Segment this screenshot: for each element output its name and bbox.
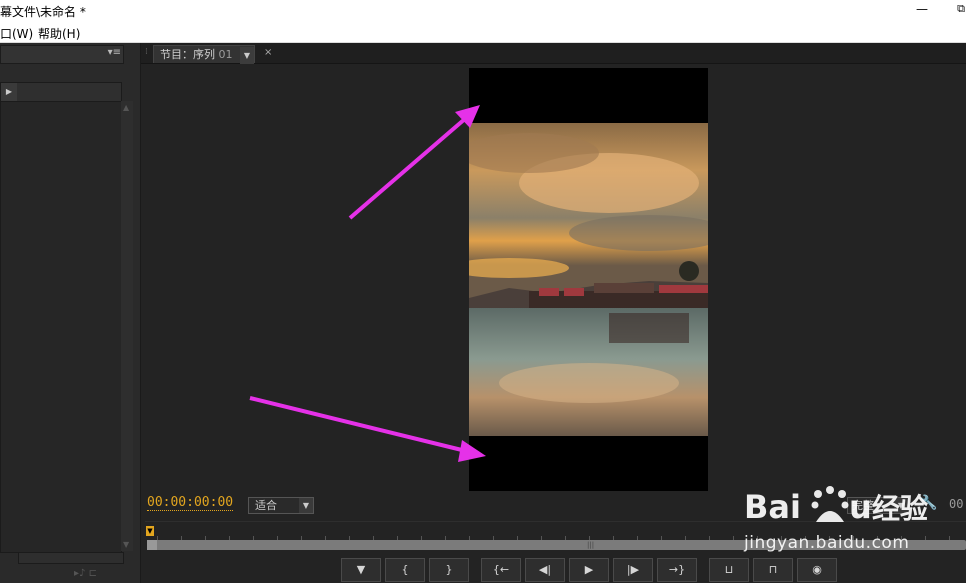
window-titlebar: 幕文件\未命名 * — ⧉ [0, 0, 966, 22]
step-forward-button[interactable]: |▶ [613, 558, 653, 582]
svg-text:Bai: Bai [744, 488, 801, 526]
mark-out-button[interactable]: } [429, 558, 469, 582]
lift-button[interactable]: ⊔ [709, 558, 749, 582]
tab-label: 节目：序列 [160, 48, 215, 61]
baidu-watermark: Bai u 经验 jingyan.baidu.com [744, 478, 966, 568]
step-back-button[interactable]: ◀| [525, 558, 565, 582]
expand-icon[interactable]: ▶ [1, 83, 17, 101]
fit-value: 适合 [255, 499, 277, 512]
play-button[interactable]: ▶ [569, 558, 609, 582]
panel-header: ▾≡ [0, 45, 124, 64]
horizontal-scrollbar[interactable] [18, 552, 124, 564]
mark-in-button[interactable]: { [385, 558, 425, 582]
close-icon[interactable]: × [264, 47, 272, 58]
menu-bar: 口(W) 帮助(H) [0, 22, 966, 43]
scrollbar-grip-icon: ||| [587, 541, 595, 549]
tab-dropdown-icon[interactable]: ▼ [240, 47, 254, 64]
svg-text:u: u [849, 488, 872, 526]
scroll-down-icon[interactable]: ▼ [123, 540, 129, 549]
preview-image [469, 123, 708, 436]
column-header: ▶ [0, 82, 122, 102]
panel-list-area[interactable] [0, 101, 122, 553]
fit-dropdown[interactable]: 适合 ▼ [248, 497, 314, 514]
scroll-up-icon[interactable]: ▲ [123, 103, 129, 112]
tab-sequence: 01 [218, 48, 233, 61]
baidu-logo: Bai u 经验 [744, 486, 928, 526]
go-to-in-button[interactable]: {← [481, 558, 521, 582]
monitor-tab-strip: ⁞ 节目：序列 01 ▼ × [141, 43, 966, 64]
scrollbar-handle[interactable] [147, 540, 157, 550]
grip-icon[interactable]: ⁞ [145, 47, 148, 57]
vertical-scrollbar[interactable]: ▲ ▼ [121, 101, 133, 551]
project-panel: ▾≡ ▶ ▲ ▼ ▸♪ ⊏ [0, 43, 141, 583]
menu-help[interactable]: 帮助(H) [38, 25, 80, 42]
restore-icon[interactable]: ⧉ [954, 2, 966, 18]
chevron-down-icon: ▼ [299, 498, 313, 513]
panel-menu-icon[interactable]: ▾≡ [108, 47, 121, 58]
go-to-out-button[interactable]: →} [657, 558, 697, 582]
video-frame [469, 68, 708, 491]
watermark-url: jingyan.baidu.com [744, 533, 910, 553]
playhead-icon[interactable]: ▼ [146, 526, 154, 536]
svg-text:经验: 经验 [872, 492, 928, 525]
landscape-photo [469, 123, 708, 436]
window-title: 幕文件\未命名 * [0, 5, 86, 19]
tab-program[interactable]: 节目：序列 01 ▼ [153, 45, 255, 64]
menu-window[interactable]: 口(W) [0, 25, 33, 42]
minimize-icon[interactable]: — [914, 2, 930, 18]
panel-footer-icons[interactable]: ▸♪ ⊏ [74, 568, 97, 579]
current-timecode[interactable]: 00:00:00:00 [147, 495, 234, 511]
add-marker-button[interactable]: ▼ [341, 558, 381, 582]
